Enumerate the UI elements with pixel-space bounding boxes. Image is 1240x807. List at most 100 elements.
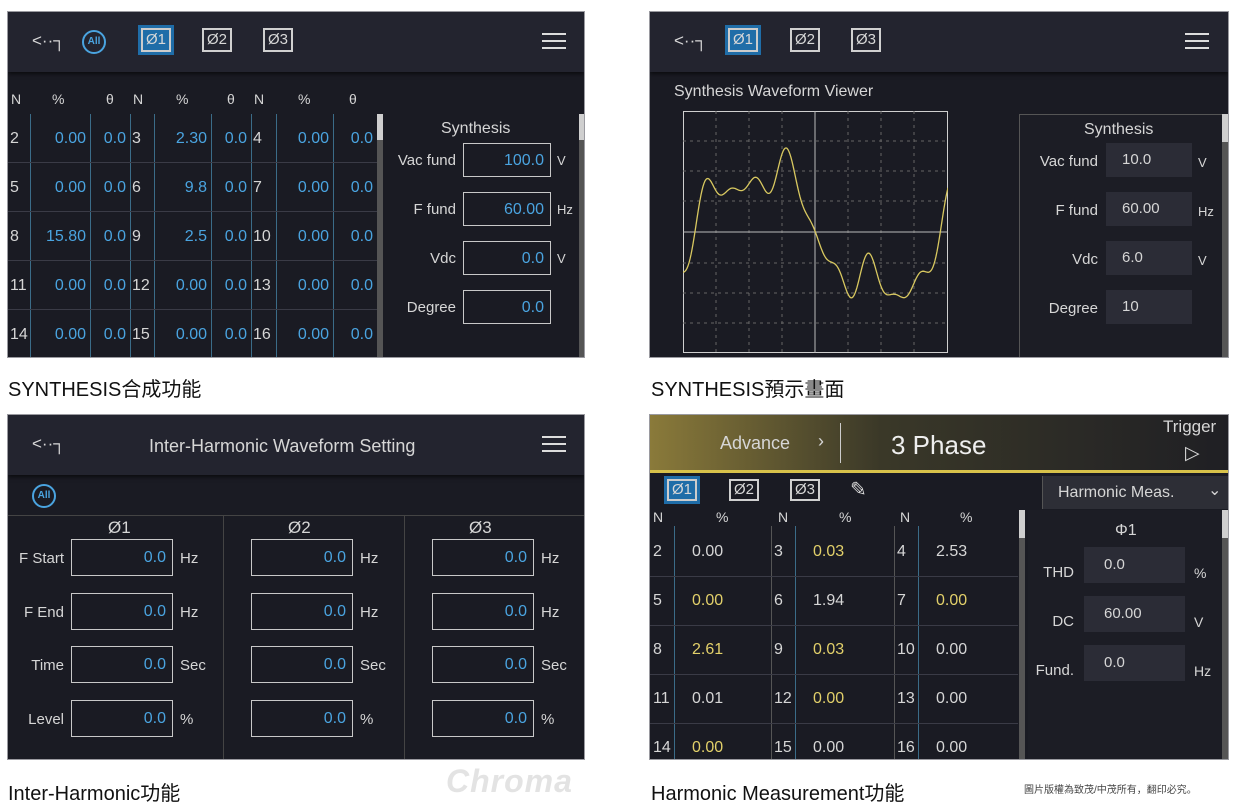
phase-1-button[interactable]: Ø1	[141, 28, 171, 52]
harmonic-value[interactable]: 0.00	[276, 326, 329, 344]
back-arrow-icon[interactable]: <··┐	[32, 433, 65, 455]
phase-3-button[interactable]: Ø3	[263, 28, 293, 52]
harmonic-value[interactable]: 0.0	[333, 277, 373, 295]
harmonic-value[interactable]: 2.5	[154, 228, 207, 246]
phase-all-button[interactable]: All	[32, 484, 56, 508]
value-text: 0.0	[323, 656, 346, 673]
phase-1-button[interactable]: Ø1	[667, 479, 697, 501]
harmonic-value[interactable]: 0.0	[90, 326, 126, 344]
trigger-play-icon[interactable]: ▷	[1185, 442, 1200, 465]
field-input[interactable]: 0.0	[463, 290, 551, 324]
harmonic-value[interactable]: 0.0	[90, 277, 126, 295]
harmonic-value[interactable]: 0.0	[211, 179, 247, 197]
settings-scrollbar[interactable]	[1222, 114, 1228, 357]
pen-icon[interactable]: ✎	[850, 477, 867, 502]
chevron-down-icon: ⌄	[1208, 482, 1222, 499]
phase-2-button[interactable]: Ø2	[729, 479, 759, 501]
harmonic-order: 16	[897, 739, 915, 756]
harmonic-value[interactable]: 0.00	[154, 277, 207, 295]
value-input[interactable]: 0.0	[432, 646, 534, 683]
row-divider	[8, 309, 377, 310]
waveform-viewer-panel: <··┐ Ø1 Ø2 Ø3 Synthesis Waveform Viewer …	[649, 11, 1229, 358]
phase-all-button[interactable]: All	[82, 30, 106, 54]
harmonic-value[interactable]: 0.0	[90, 179, 126, 197]
table-scrollbar-thumb[interactable]	[1019, 510, 1025, 538]
harmonic-value[interactable]: 0.00	[276, 130, 329, 148]
value-input[interactable]: 0.0	[71, 646, 173, 683]
field-input[interactable]: 60.00	[463, 192, 551, 226]
phase-column-header: Ø1	[108, 518, 131, 537]
field-input[interactable]: 6.0	[1106, 241, 1192, 275]
table-scrollbar[interactable]	[377, 114, 383, 357]
harmonic-value[interactable]: 0.00	[30, 130, 86, 148]
harmonic-percent: 0.00	[692, 592, 724, 609]
trigger-label[interactable]: Trigger	[1163, 417, 1216, 437]
harmonic-value[interactable]: 15.80	[30, 228, 86, 246]
field-input[interactable]: 10.0	[1106, 143, 1192, 177]
value-input[interactable]: 0.0	[71, 539, 173, 576]
hamburger-menu-icon[interactable]	[1185, 33, 1209, 49]
harmonic-value[interactable]: 0.0	[211, 228, 247, 246]
back-arrow-icon[interactable]: <··┐	[674, 30, 707, 52]
caption-synthesis-preview: SYNTHESIS預示畫面	[651, 379, 845, 401]
harmonic-value[interactable]: 0.0	[211, 130, 247, 148]
hamburger-menu-icon[interactable]	[542, 33, 566, 49]
summary-scrollbar-thumb[interactable]	[1222, 510, 1228, 538]
value-input[interactable]: 0.0	[432, 699, 534, 737]
harmonic-order: 3	[774, 543, 783, 560]
harmonic-value[interactable]: 0.0	[211, 277, 247, 295]
harmonic-value[interactable]: 0.00	[30, 326, 86, 344]
harmonic-value[interactable]: 0.00	[276, 228, 329, 246]
field-input[interactable]: 100.0	[463, 143, 551, 177]
field-input[interactable]: 60.00	[1106, 192, 1192, 226]
harmonic-value[interactable]: 0.00	[30, 277, 86, 295]
settings-scrollbar[interactable]	[579, 114, 584, 357]
harmonic-value[interactable]: 0.00	[30, 179, 86, 197]
value-text: 0.0	[143, 549, 166, 566]
harmonic-value[interactable]: 0.0	[90, 228, 126, 246]
value-input[interactable]: 0.0	[251, 646, 353, 683]
hamburger-menu-icon[interactable]	[542, 436, 566, 452]
column-header: N	[653, 509, 664, 525]
value-input[interactable]: 0.0	[432, 592, 534, 630]
field-input[interactable]: 0.0	[463, 241, 551, 275]
value-input[interactable]: 0.0	[71, 592, 173, 630]
value-input[interactable]: 0.0	[71, 699, 173, 737]
harmonic-value[interactable]: 0.00	[276, 277, 329, 295]
harmonic-value[interactable]: 0.00	[276, 179, 329, 197]
summary-scrollbar[interactable]	[1222, 510, 1228, 759]
back-arrow-icon[interactable]: <··┐	[32, 30, 65, 52]
phase-1-button[interactable]: Ø1	[728, 28, 758, 52]
column-divider	[918, 526, 919, 759]
value-text: 0.0	[143, 602, 166, 620]
table-scrollbar[interactable]	[1019, 510, 1025, 759]
advance-button[interactable]: Advance	[720, 433, 790, 454]
phase-2-button[interactable]: Ø2	[790, 28, 820, 52]
view-dropdown[interactable]: Harmonic Meas. ⌄	[1042, 476, 1228, 509]
row-label: Time	[31, 657, 64, 674]
harmonic-value[interactable]: 0.0	[333, 228, 373, 246]
field-unit: V	[557, 153, 566, 168]
settings-scrollbar-thumb[interactable]	[579, 114, 584, 140]
settings-scrollbar-thumb[interactable]	[1222, 114, 1228, 142]
harmonic-value[interactable]: 0.0	[333, 130, 373, 148]
field-input[interactable]: 10	[1106, 290, 1192, 324]
harmonic-value[interactable]: 2.30	[154, 130, 207, 148]
harmonic-value[interactable]: 0.00	[154, 326, 207, 344]
phase-3-button[interactable]: Ø3	[851, 28, 881, 52]
value-input[interactable]: 0.0	[432, 539, 534, 576]
harmonic-value[interactable]: 0.0	[90, 130, 126, 148]
harmonic-value[interactable]: 0.0	[211, 326, 247, 344]
phase-2-button[interactable]: Ø2	[202, 28, 232, 52]
harmonic-value[interactable]: 0.0	[333, 179, 373, 197]
table-scrollbar-thumb[interactable]	[377, 114, 383, 140]
field-unit: V	[1198, 155, 1207, 170]
phase-3-button[interactable]: Ø3	[790, 479, 820, 501]
value-input[interactable]: 0.0	[251, 539, 353, 576]
phase-column-header: Ø3	[469, 518, 492, 537]
value-input[interactable]: 0.0	[251, 699, 353, 737]
harmonic-value[interactable]: 0.0	[333, 326, 373, 344]
harmonic-value[interactable]: 9.8	[154, 179, 207, 197]
value-input[interactable]: 0.0	[251, 592, 353, 630]
harmonic-order: 14	[10, 326, 28, 343]
